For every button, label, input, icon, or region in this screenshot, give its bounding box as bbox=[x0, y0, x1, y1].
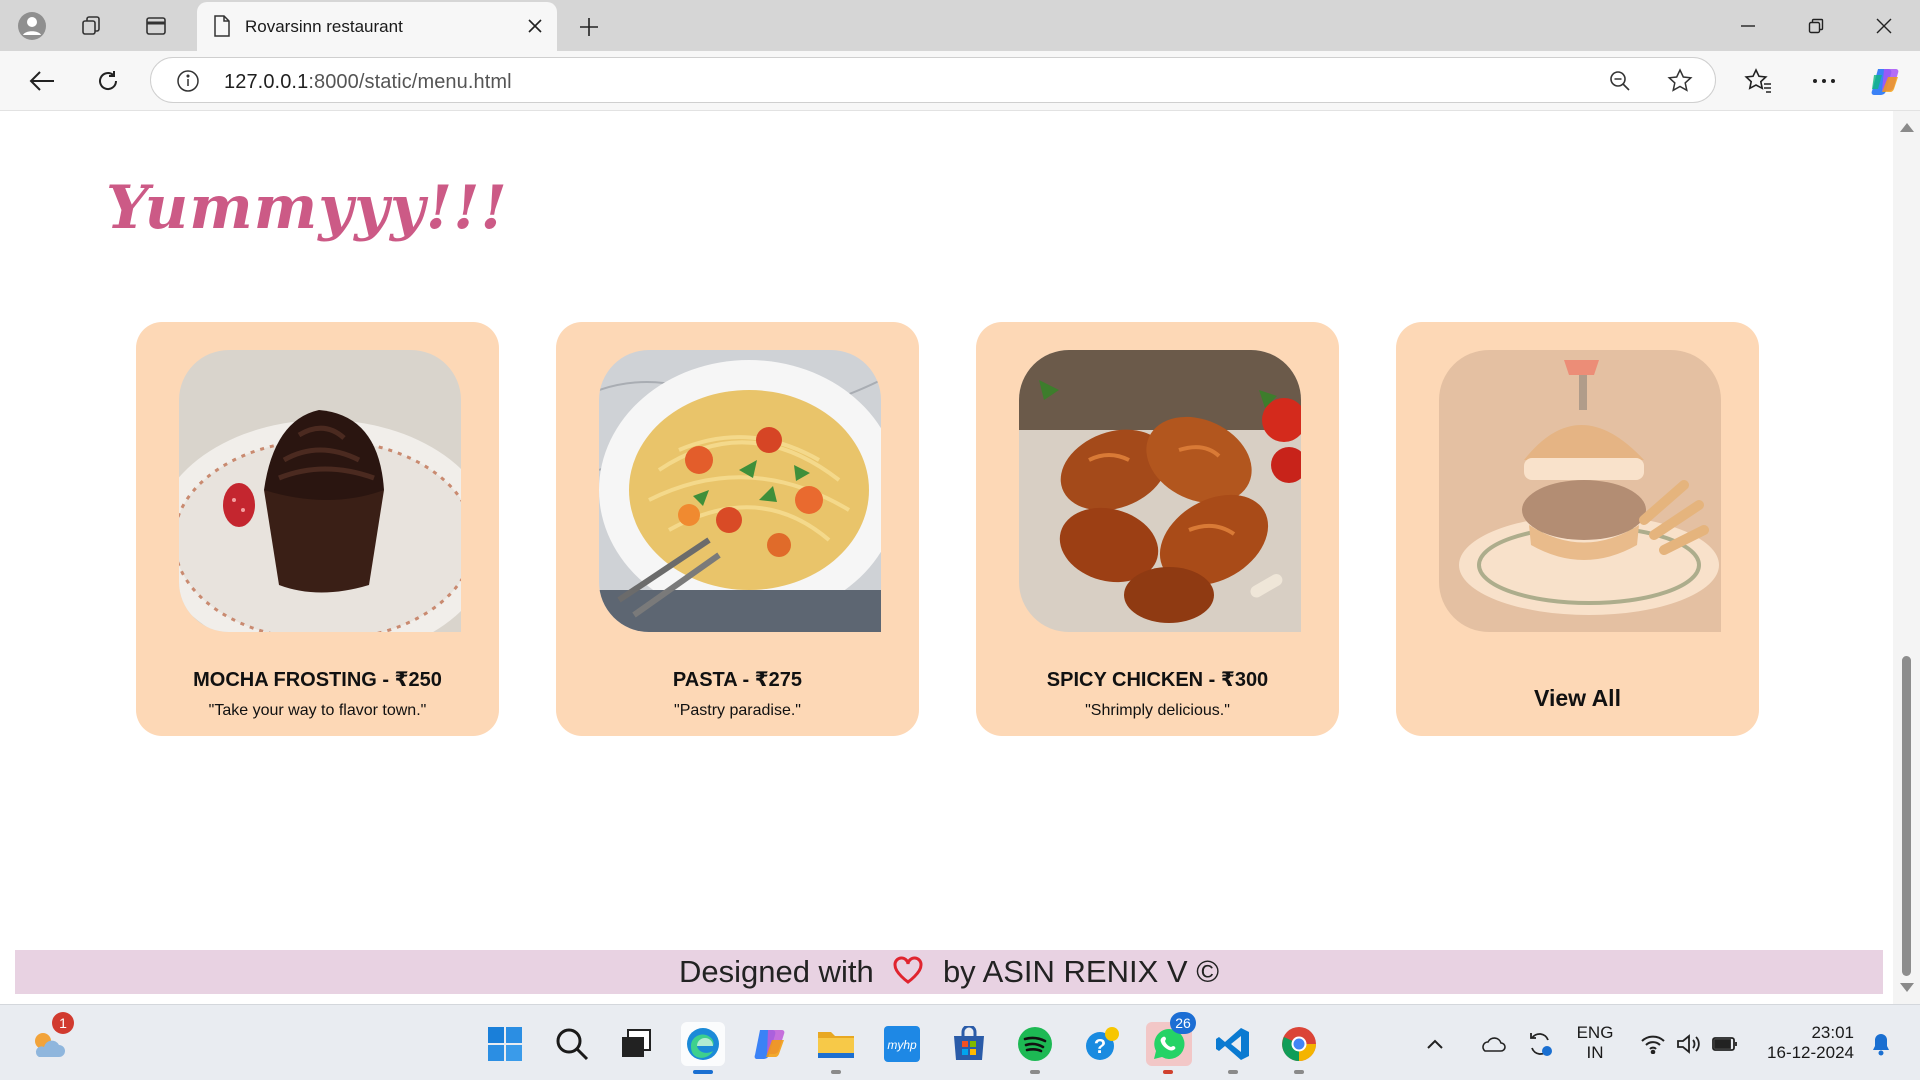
clock[interactable]: 23:01 16-12-2024 bbox=[1752, 1023, 1854, 1063]
scrollbar-thumb[interactable] bbox=[1902, 656, 1911, 976]
heart-icon bbox=[892, 952, 924, 996]
scroll-up-arrow-icon[interactable] bbox=[1900, 123, 1914, 132]
battery-icon[interactable] bbox=[1708, 1022, 1742, 1066]
running-indicator bbox=[831, 1070, 841, 1074]
browser-tab[interactable]: Rovarsinn restaurant bbox=[197, 2, 557, 51]
browser-toolbar: 127.0.0.1:8000/static/menu.html bbox=[0, 51, 1920, 111]
page-footer: Designed with by ASIN RENIX V © bbox=[15, 950, 1883, 994]
card-tagline: "Pastry paradise." bbox=[674, 702, 801, 719]
burger-image bbox=[1439, 350, 1721, 632]
url-text: 127.0.0.1:8000/static/menu.html bbox=[224, 71, 512, 94]
edge-taskbar-icon[interactable] bbox=[681, 1022, 725, 1074]
card-title: PASTA - ₹275 bbox=[672, 669, 803, 691]
running-indicator bbox=[1228, 1070, 1238, 1074]
running-indicator bbox=[1294, 1070, 1304, 1074]
myhp-icon[interactable]: myhp bbox=[880, 1022, 924, 1066]
restore-icon[interactable] bbox=[1782, 0, 1850, 51]
file-explorer-icon[interactable] bbox=[814, 1022, 858, 1074]
url-path: :8000/static/menu.html bbox=[308, 71, 512, 93]
refresh-icon[interactable] bbox=[90, 63, 126, 99]
input-language[interactable]: ENG IN bbox=[1574, 1023, 1616, 1063]
volume-icon[interactable] bbox=[1672, 1022, 1706, 1066]
profile-icon[interactable] bbox=[16, 10, 48, 42]
scroll-down-arrow-icon[interactable] bbox=[1900, 983, 1914, 992]
svg-text:?: ? bbox=[1094, 1036, 1106, 1058]
page-scrollbar[interactable] bbox=[1893, 111, 1920, 1004]
task-view-icon[interactable] bbox=[614, 1022, 658, 1066]
card-tagline: "Shrimply delicious." bbox=[1085, 702, 1230, 719]
page-icon bbox=[213, 15, 231, 42]
menu-card-pasta[interactable]: PASTA - ₹275 "Pastry paradise." bbox=[556, 322, 919, 736]
zoom-out-icon[interactable] bbox=[1605, 66, 1635, 96]
menu-card-spicy-chicken[interactable]: SPICY CHICKEN - ₹300 "Shrimply delicious… bbox=[976, 322, 1339, 736]
whatsapp-badge: 26 bbox=[1170, 1012, 1196, 1034]
svg-text:myhp: myhp bbox=[887, 1038, 917, 1052]
copilot-icon[interactable] bbox=[1868, 63, 1904, 99]
spicy-chicken-image bbox=[1019, 350, 1301, 632]
favorite-star-icon[interactable] bbox=[1665, 66, 1695, 96]
start-icon[interactable] bbox=[483, 1022, 527, 1066]
copilot-taskbar-icon[interactable] bbox=[748, 1022, 792, 1066]
footer-text-before: Designed with bbox=[678, 954, 874, 989]
menu-card-mocha[interactable]: MOCHA FROSTING - ₹250 "Take your way to … bbox=[136, 322, 499, 736]
pasta-image bbox=[599, 350, 881, 632]
show-hidden-icons-chevron-icon[interactable] bbox=[1420, 1022, 1450, 1066]
card-title: MOCHA FROSTING - ₹250 bbox=[193, 669, 442, 691]
language-code: ENG bbox=[1576, 1023, 1614, 1042]
wifi-icon[interactable] bbox=[1636, 1022, 1670, 1066]
region-code: IN bbox=[1586, 1043, 1604, 1062]
workspaces-icon[interactable] bbox=[76, 10, 108, 42]
address-bar[interactable]: 127.0.0.1:8000/static/menu.html bbox=[150, 57, 1716, 103]
more-options-icon[interactable] bbox=[1806, 63, 1842, 99]
notifications-bell-icon[interactable] bbox=[1864, 1022, 1898, 1066]
favorites-icon[interactable] bbox=[1740, 63, 1776, 99]
weather-badge: 1 bbox=[52, 1012, 74, 1034]
windows-taskbar: 1 myhp ? 26 ENG IN 23:01 16-12-2024 bbox=[0, 1004, 1920, 1080]
mocha-cupcake-image bbox=[179, 350, 461, 632]
clock-time: 23:01 bbox=[1811, 1023, 1854, 1042]
running-indicator bbox=[1163, 1070, 1173, 1074]
back-icon[interactable] bbox=[24, 63, 60, 99]
view-all-card[interactable]: View All bbox=[1396, 322, 1759, 736]
browser-title-bar: Rovarsinn restaurant bbox=[0, 0, 1920, 51]
spotify-icon[interactable] bbox=[1013, 1022, 1057, 1074]
minimize-icon[interactable] bbox=[1714, 0, 1782, 51]
new-tab-icon[interactable] bbox=[572, 10, 606, 44]
clock-date: 16-12-2024 bbox=[1767, 1043, 1854, 1062]
search-icon[interactable] bbox=[550, 1022, 594, 1066]
whatsapp-icon[interactable]: 26 bbox=[1146, 1012, 1196, 1074]
sync-icon[interactable] bbox=[1522, 1022, 1558, 1066]
page-heading: Yummyyy!!! bbox=[106, 173, 508, 243]
chrome-icon[interactable] bbox=[1277, 1022, 1321, 1074]
weather-widget-icon[interactable]: 1 bbox=[26, 1012, 74, 1066]
card-title: SPICY CHICKEN - ₹300 bbox=[1046, 669, 1269, 691]
get-help-icon[interactable]: ? bbox=[1080, 1022, 1124, 1066]
site-info-icon[interactable] bbox=[173, 66, 203, 96]
running-indicator bbox=[693, 1070, 713, 1074]
page-viewport: Yummyyy!!! MOCHA FROSTING - ₹250 "Take y… bbox=[6, 111, 1893, 1004]
running-indicator bbox=[1030, 1070, 1040, 1074]
tab-title: Rovarsinn restaurant bbox=[245, 17, 403, 36]
footer-text-after: by ASIN RENIX V © bbox=[942, 954, 1220, 989]
close-tab-icon[interactable] bbox=[523, 14, 547, 38]
vscode-icon[interactable] bbox=[1211, 1022, 1255, 1074]
view-all-label: View All bbox=[1534, 685, 1621, 711]
close-window-icon[interactable] bbox=[1850, 0, 1918, 51]
microsoft-store-icon[interactable] bbox=[947, 1022, 991, 1066]
url-host: 127.0.0.1 bbox=[224, 71, 309, 93]
onedrive-icon[interactable] bbox=[1474, 1022, 1510, 1066]
card-tagline: "Take your way to flavor town." bbox=[208, 702, 427, 719]
vertical-tabs-icon[interactable] bbox=[140, 10, 172, 42]
